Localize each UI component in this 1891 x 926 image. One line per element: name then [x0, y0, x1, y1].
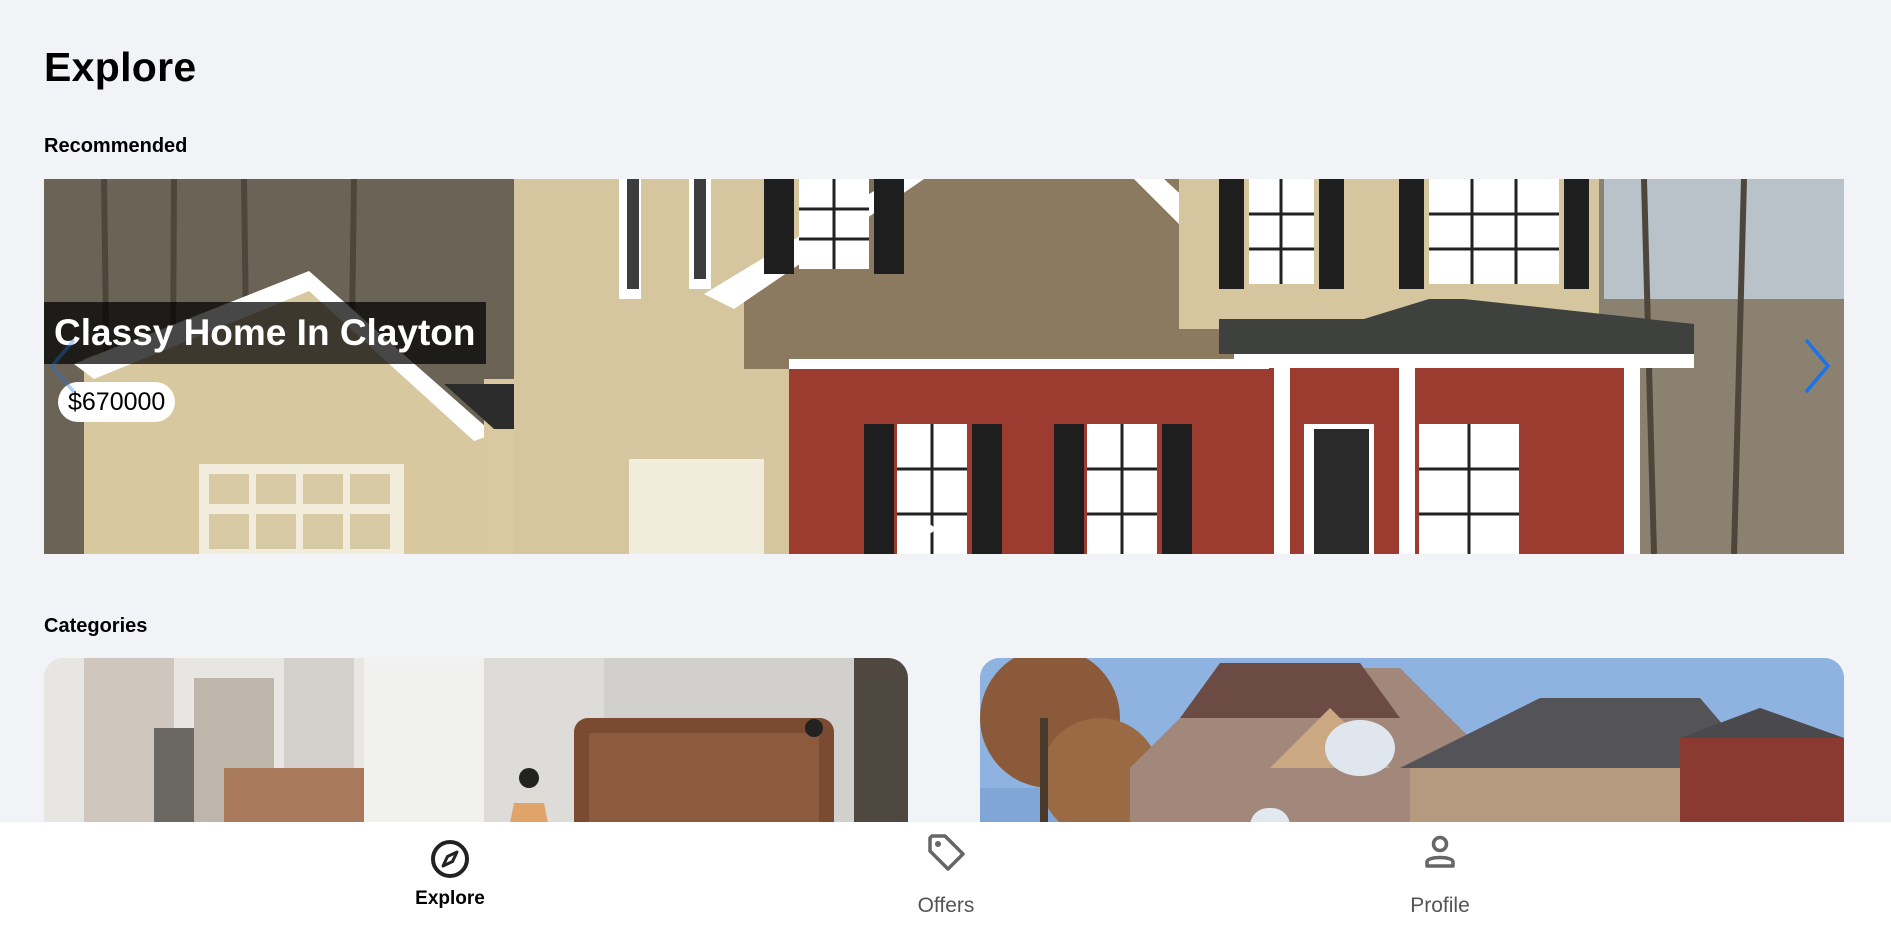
recommended-carousel[interactable]: Classy Home In Clayton $670000	[44, 179, 1844, 554]
carousel-dot[interactable]	[940, 525, 948, 533]
page-title: Explore	[44, 44, 197, 90]
carousel-next-button[interactable]	[1796, 336, 1836, 396]
compass-icon	[431, 840, 469, 878]
nav-item-offers[interactable]: Offers	[826, 822, 1066, 926]
nav-label-offers: Offers	[917, 894, 975, 917]
nav-label-profile: Profile	[1410, 894, 1470, 917]
explore-screen: Explore Recommended Classy Home In Clayt…	[0, 0, 1891, 926]
carousel-dot[interactable]	[954, 525, 962, 533]
nav-item-profile[interactable]: Profile	[1320, 822, 1560, 926]
house-listing-photo	[44, 179, 1844, 554]
carousel-indicators[interactable]	[44, 520, 1844, 538]
nav-item-explore[interactable]: Explore	[330, 822, 570, 926]
categories-heading: Categories	[44, 615, 148, 637]
chevron-right-icon	[1804, 338, 1831, 394]
recommended-heading: Recommended	[44, 135, 188, 157]
carousel-prev-button[interactable]	[44, 336, 84, 396]
chevron-left-icon	[49, 338, 76, 394]
listing-title[interactable]: Classy Home In Clayton	[44, 302, 486, 364]
bottom-navigation-bar: Explore Offers Profile	[0, 822, 1891, 926]
person-icon	[1425, 835, 1455, 868]
tag-icon	[928, 834, 965, 871]
nav-label-explore: Explore	[415, 888, 485, 909]
carousel-dot[interactable]	[926, 525, 934, 533]
